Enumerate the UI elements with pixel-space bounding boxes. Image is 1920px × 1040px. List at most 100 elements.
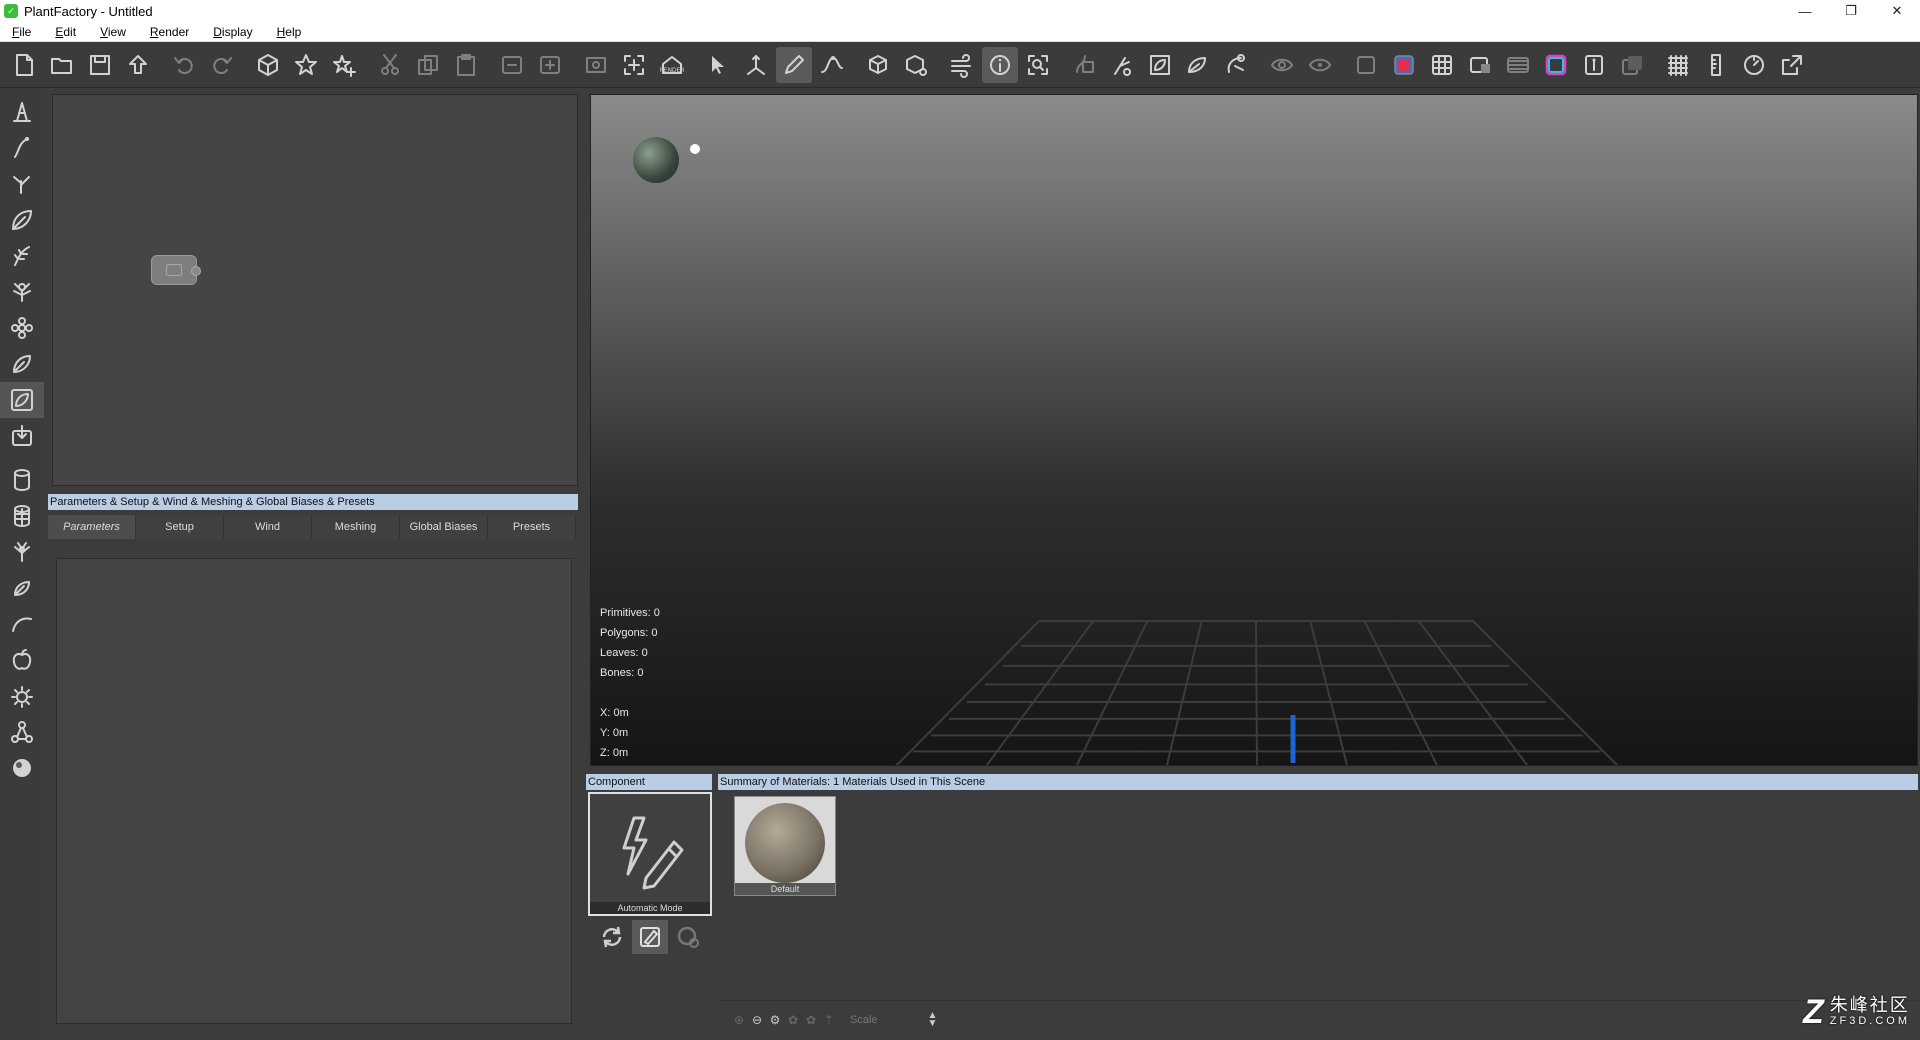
branch-cut-button[interactable] xyxy=(1104,47,1140,83)
color-cycle-button[interactable] xyxy=(1538,47,1574,83)
tab-meshing[interactable]: Meshing xyxy=(312,515,400,539)
frond-tool-button[interactable] xyxy=(0,238,44,274)
toolbar-separator xyxy=(1058,47,1066,83)
flower-tool-button[interactable] xyxy=(0,310,44,346)
star-button[interactable] xyxy=(288,47,324,83)
star-plus-button[interactable] xyxy=(326,47,362,83)
menu-help[interactable]: Help xyxy=(265,22,314,42)
info-button[interactable] xyxy=(982,46,1018,83)
draw-pencil-button[interactable] xyxy=(776,46,812,83)
wind-button[interactable] xyxy=(944,47,980,83)
menu-display[interactable]: Display xyxy=(201,22,264,42)
eye-alt-button[interactable] xyxy=(1302,47,1338,83)
plant-base-tool-button[interactable] xyxy=(0,94,44,130)
material-thumbnail[interactable]: Default xyxy=(734,796,836,896)
pivot-display-button[interactable] xyxy=(1576,47,1612,83)
settings-gear-icon[interactable]: ⚙ xyxy=(768,1013,782,1027)
cylinder-tool-button[interactable] xyxy=(0,462,44,498)
tab-parameters[interactable]: Parameters xyxy=(48,515,136,539)
move-gizmo-button[interactable] xyxy=(738,47,774,83)
edit-leaf-button[interactable] xyxy=(632,920,668,954)
material-tool-3-icon[interactable]: ⇡ xyxy=(822,1013,836,1027)
tab-global-biases[interactable]: Global Biases xyxy=(400,515,488,539)
menu-edit[interactable]: Edit xyxy=(43,22,88,42)
close-button[interactable]: ✕ xyxy=(1874,0,1920,22)
branch-tool-button[interactable] xyxy=(0,166,44,202)
wireframe-grid-button[interactable] xyxy=(1424,47,1460,83)
box-settings-button[interactable] xyxy=(898,47,934,83)
select-button[interactable] xyxy=(700,47,736,83)
menu-view[interactable]: View xyxy=(88,22,138,42)
pruning-button[interactable] xyxy=(1218,47,1254,83)
box-add-button[interactable] xyxy=(860,47,896,83)
stem-paint-button[interactable] xyxy=(1066,47,1102,83)
cube-button[interactable] xyxy=(250,47,286,83)
leaf-cut-button[interactable] xyxy=(1180,47,1216,83)
bones-tool-button[interactable] xyxy=(0,714,44,750)
new-file-button[interactable] xyxy=(6,47,42,83)
apple-tool-button[interactable] xyxy=(0,642,44,678)
layers-button[interactable] xyxy=(1500,47,1536,83)
zoom-fit-button[interactable] xyxy=(1020,47,1056,83)
leaf-active-tool-button[interactable] xyxy=(0,382,44,418)
scale-spinner[interactable]: ▲ ▼ xyxy=(928,1010,938,1028)
material-tool-1-icon[interactable]: ✿ xyxy=(786,1013,800,1027)
sun-light-icon[interactable] xyxy=(690,144,700,154)
tree-tool-button[interactable] xyxy=(0,534,44,570)
minimize-button[interactable]: — xyxy=(1782,0,1828,22)
upload-button[interactable] xyxy=(120,47,156,83)
toolbar-separator xyxy=(570,47,578,83)
spline-edit-button[interactable] xyxy=(814,47,850,83)
redo-button[interactable] xyxy=(204,47,240,83)
collapse-node-button[interactable] xyxy=(532,47,568,83)
leaf-alt-tool-button[interactable] xyxy=(0,346,44,382)
cycle-button[interactable] xyxy=(594,920,630,954)
3d-viewport[interactable]: Primitives: 0 Polygons: 0 Leaves: 0 Bone… xyxy=(590,94,1918,766)
save-button[interactable] xyxy=(82,47,118,83)
stem-tool-button[interactable] xyxy=(0,130,44,166)
menu-file[interactable]: File xyxy=(0,22,43,42)
tab-presets[interactable]: Presets xyxy=(488,515,576,539)
environment-sphere[interactable] xyxy=(633,137,679,183)
leaf-edit-button[interactable] xyxy=(1142,47,1178,83)
burst-tool-button[interactable] xyxy=(0,678,44,714)
bush-tool-button[interactable] xyxy=(0,274,44,310)
shading-color-button[interactable] xyxy=(1386,47,1422,83)
menu-render[interactable]: Render xyxy=(138,22,201,42)
tab-setup[interactable]: Setup xyxy=(136,515,224,539)
tab-wind[interactable]: Wind xyxy=(224,515,312,539)
frame-all-button[interactable] xyxy=(616,47,652,83)
shading-box-button[interactable] xyxy=(1462,47,1498,83)
leaf-tool-button[interactable] xyxy=(0,202,44,238)
grid-button[interactable] xyxy=(1660,47,1696,83)
export-button[interactable] xyxy=(1774,47,1810,83)
undo-button[interactable] xyxy=(166,47,202,83)
expand-node-button[interactable] xyxy=(494,47,530,83)
grid-cylinder-tool-button[interactable] xyxy=(0,498,44,534)
material-tool-2-icon[interactable]: ✿ xyxy=(804,1013,818,1027)
info-icon xyxy=(990,54,1010,75)
eye-button[interactable] xyxy=(1264,47,1300,83)
render-preview-button[interactable] xyxy=(578,47,614,83)
cut-button[interactable] xyxy=(372,47,408,83)
restore-button[interactable]: ❐ xyxy=(1828,0,1874,22)
import-tool-button[interactable] xyxy=(0,418,44,454)
render-button[interactable]: RENDER xyxy=(654,47,690,83)
shading-flat-button[interactable] xyxy=(1348,47,1384,83)
shadow-button[interactable] xyxy=(1614,47,1650,83)
sphere-tool-button[interactable] xyxy=(0,750,44,786)
open-folder-button[interactable] xyxy=(44,47,80,83)
curve-tool-button[interactable] xyxy=(0,606,44,642)
gauge-button[interactable] xyxy=(1736,47,1772,83)
graph-root-node[interactable] xyxy=(151,255,201,285)
settings-cycle-button[interactable] xyxy=(670,920,706,954)
paste-button[interactable] xyxy=(448,47,484,83)
ruler-button[interactable] xyxy=(1698,47,1734,83)
leaf-icon xyxy=(12,210,32,230)
leaf-small-tool-button[interactable] xyxy=(0,570,44,606)
component-thumbnail[interactable]: Automatic Mode xyxy=(588,792,712,916)
add-material-icon[interactable]: ⊕ xyxy=(732,1013,746,1027)
node-graph-panel[interactable] xyxy=(52,94,578,486)
copy-button[interactable] xyxy=(410,47,446,83)
remove-material-icon[interactable]: ⊖ xyxy=(750,1013,764,1027)
